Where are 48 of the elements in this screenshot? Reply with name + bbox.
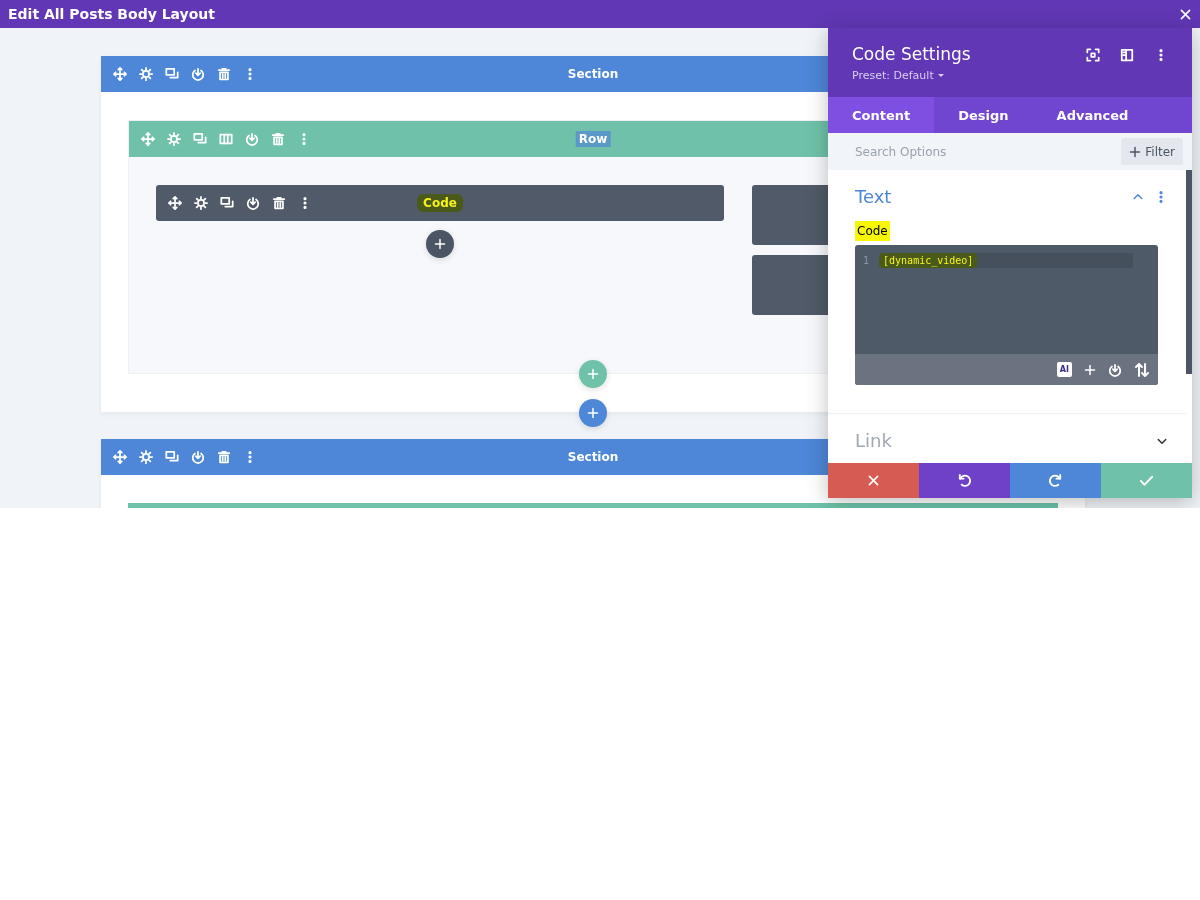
- close-icon[interactable]: [1179, 7, 1192, 21]
- redo-icon[interactable]: [1048, 473, 1063, 488]
- section-label: Section: [567, 450, 619, 464]
- code-editor[interactable]: 1 [dynamic_video] AI: [855, 245, 1158, 385]
- focus-icon[interactable]: [1086, 48, 1100, 62]
- scrollbar[interactable]: [1186, 170, 1192, 374]
- trash-icon[interactable]: [272, 196, 286, 210]
- add-module-button[interactable]: [426, 230, 454, 258]
- search-field[interactable]: Search Options: [855, 144, 1055, 159]
- add-section-button[interactable]: [579, 399, 607, 427]
- trash-icon[interactable]: [217, 67, 231, 81]
- power-icon[interactable]: [246, 196, 260, 210]
- preset-dropdown[interactable]: Preset: Default: [852, 69, 944, 82]
- power-icon[interactable]: [1108, 362, 1122, 377]
- settings-icon[interactable]: [139, 450, 153, 464]
- move-icon[interactable]: [113, 450, 127, 464]
- sort-icon[interactable]: [1134, 361, 1150, 378]
- line-number: 1: [863, 255, 870, 266]
- add-row-button[interactable]: [579, 360, 607, 388]
- duplicate-icon[interactable]: [165, 450, 179, 464]
- window-title: Edit All Posts Body Layout: [8, 6, 216, 22]
- columns-icon[interactable]: [219, 132, 233, 146]
- close-icon[interactable]: [867, 474, 880, 487]
- field-label: Code: [855, 221, 890, 241]
- power-icon[interactable]: [191, 67, 205, 81]
- filter-button[interactable]: Filter: [1121, 138, 1183, 165]
- module-label: Code: [417, 194, 463, 212]
- undo-icon[interactable]: [957, 473, 972, 488]
- redo-button[interactable]: [1010, 463, 1101, 498]
- plus-icon[interactable]: [1129, 145, 1142, 158]
- duplicate-icon[interactable]: [165, 67, 179, 81]
- move-icon[interactable]: [113, 67, 127, 81]
- settings-icon[interactable]: [139, 67, 153, 81]
- check-icon[interactable]: [1139, 473, 1154, 488]
- code-text: [dynamic_video]: [879, 253, 978, 268]
- settings-icon[interactable]: [194, 196, 208, 210]
- group-header[interactable]: Text: [855, 186, 1168, 207]
- section-label: Section: [567, 67, 619, 81]
- duplicate-icon[interactable]: [220, 196, 234, 210]
- undo-button[interactable]: [919, 463, 1010, 498]
- settings-tab[interactable]: Content: [828, 97, 935, 133]
- sidebar-icon[interactable]: [1120, 48, 1134, 62]
- ai-button[interactable]: AI: [1056, 362, 1072, 377]
- module-header[interactable]: Code: [156, 185, 724, 221]
- trash-icon[interactable]: [217, 450, 231, 464]
- move-icon[interactable]: [168, 196, 182, 210]
- row-label: Row: [575, 131, 611, 147]
- power-icon[interactable]: [191, 450, 205, 464]
